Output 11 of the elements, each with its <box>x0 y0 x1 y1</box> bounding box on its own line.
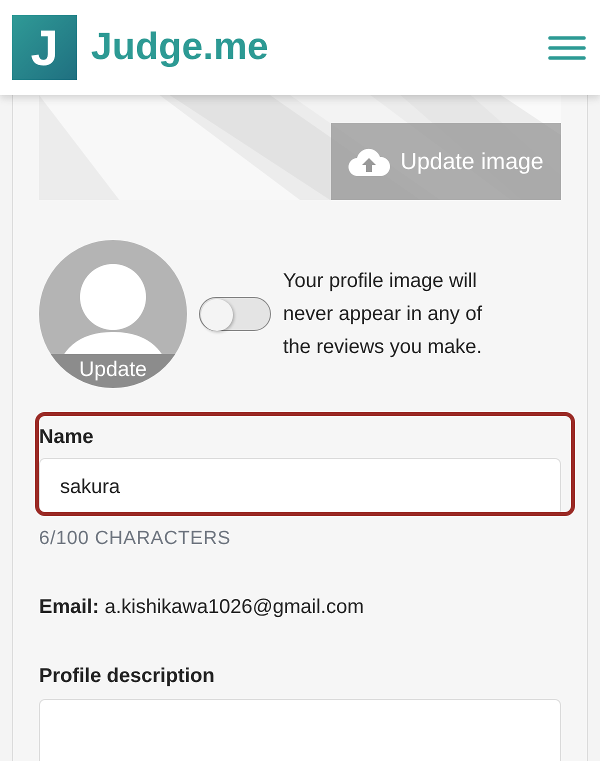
logo-icon: J <box>12 15 77 80</box>
description-label: Profile description <box>39 665 216 688</box>
name-label: Name <box>39 426 94 449</box>
toggle-switch[interactable] <box>199 297 271 331</box>
brand-name: Judge.me <box>91 26 270 69</box>
privacy-note: Your profile image will never appear in any of the reviews you make. <box>283 268 484 360</box>
menu-icon[interactable] <box>548 34 586 60</box>
character-counter: 6/100 CHARACTERS <box>39 528 232 550</box>
update-image-button[interactable]: Update image <box>331 123 561 200</box>
cloud-upload-icon <box>348 146 390 176</box>
email-text: Email: a.kishikawa1026@gmail.com <box>39 596 365 619</box>
